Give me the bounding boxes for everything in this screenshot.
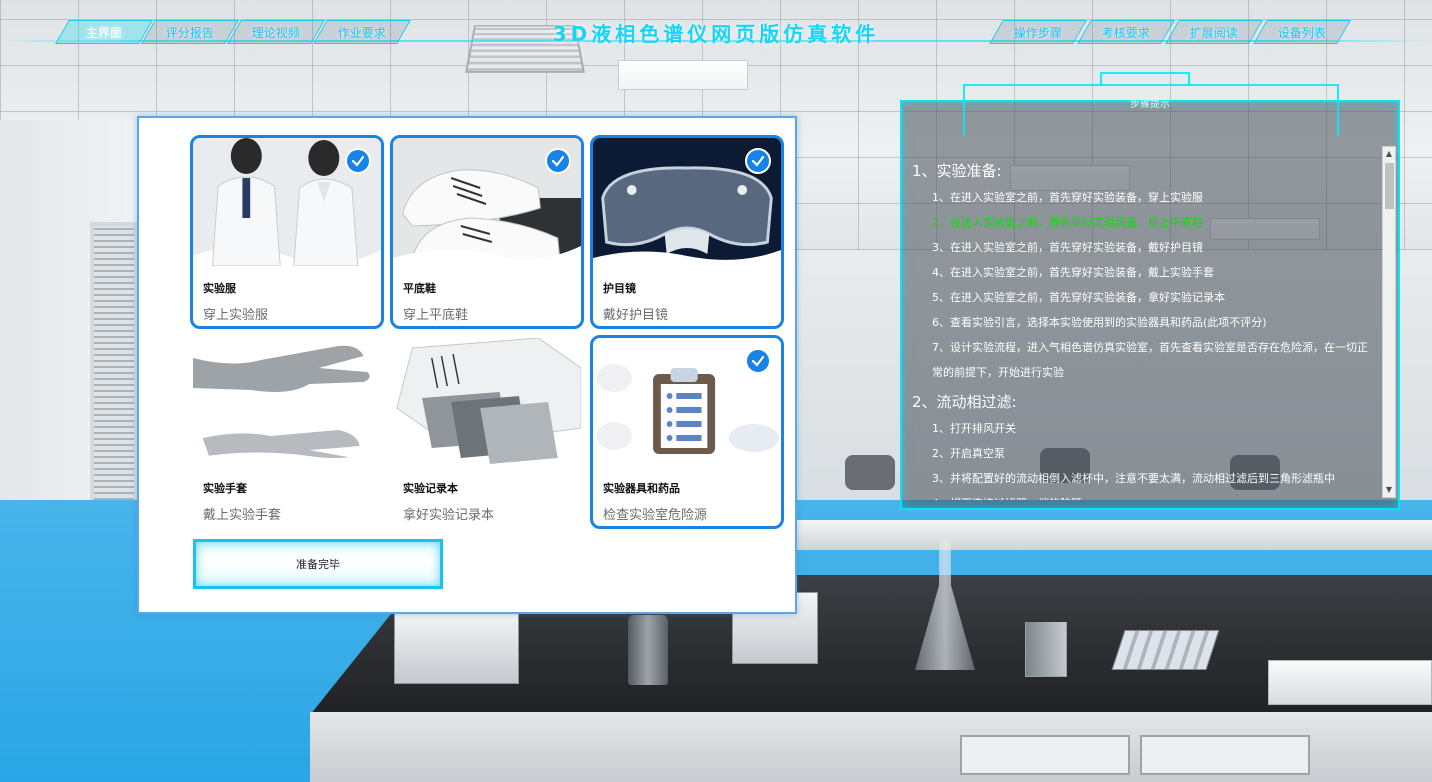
- card-gloves[interactable]: 实验手套 戴上实验手套: [190, 335, 384, 529]
- card-name: 平底鞋: [403, 282, 436, 295]
- step-item: 4、在进入实验室之前，首先穿好实验装备，戴上实验手套: [932, 266, 1214, 279]
- section-heading: 1、实验准备:: [912, 162, 1002, 180]
- checkmark-icon: [345, 148, 371, 174]
- nav-operation-steps[interactable]: 操作步骤: [989, 20, 1087, 44]
- nav-main-screen[interactable]: 主界面: [55, 20, 153, 44]
- nav-label: 设备列表: [1277, 25, 1326, 40]
- step-item: 3、并将配置好的流动相倒入滤杯中，注意不要太满，流动相过滤后到三角形滤瓶中: [932, 472, 1335, 485]
- scrollbar-thumb[interactable]: [1385, 163, 1394, 209]
- top-hud-bar: 主界面 评分报告 理论视频 作业要求 3D液相色谱仪网页版仿真软件 操作步骤 考…: [0, 0, 1432, 50]
- ready-button[interactable]: 准备完毕: [193, 539, 443, 589]
- nav-label: 作业要求: [337, 25, 386, 40]
- checkmark-icon: [745, 348, 771, 374]
- beaker: [1025, 622, 1067, 677]
- prompt-scrollbar[interactable]: ▲ ▼: [1382, 146, 1396, 498]
- prompt-steps-scroll[interactable]: 1、实验准备: 1、在进入实验室之前，首先穿好实验装备，穿上实验服 2、在进入实…: [908, 148, 1380, 500]
- card-notebook[interactable]: 实验记录本 拿好实验记录本: [390, 335, 584, 529]
- step-item: 4、拔下连接过滤器一端的胶管: [912, 491, 1374, 500]
- window-blind: [90, 222, 138, 534]
- card-lab-coat[interactable]: 实验服 穿上实验服: [190, 135, 384, 329]
- scroll-down-icon[interactable]: ▼: [1383, 483, 1395, 497]
- nav-assessment[interactable]: 考核要求: [1077, 20, 1175, 44]
- lab-oven-device: [394, 612, 519, 684]
- card-name: 护目镜: [603, 282, 636, 295]
- nav-label: 操作步骤: [1013, 25, 1062, 40]
- card-name: 实验手套: [203, 482, 247, 495]
- step-item: 6、查看实验引言，选择本实验使用到的实验器具和药品(此项不评分): [932, 316, 1267, 329]
- card-apparatus-reagents[interactable]: 实验器具和药品 检查实验室危险源: [590, 335, 784, 529]
- notebook-photo: [393, 338, 581, 466]
- bench-drawer: [960, 735, 1130, 775]
- card-desc: 拿好实验记录本: [403, 508, 495, 523]
- card-desc: 检查实验室危险源: [603, 508, 708, 523]
- step-item-completed: 2、在进入实验室之前，首先穿好实验装备，穿上平底鞋: [932, 216, 1203, 229]
- nav-score-report[interactable]: 评分报告: [141, 20, 239, 44]
- checkmark-icon: [545, 148, 571, 174]
- step-item: 3、在进入实验室之前，首先穿好实验装备，戴好护目镜: [932, 241, 1203, 254]
- nav-extended-reading[interactable]: 扩展阅读: [1165, 20, 1263, 44]
- nav-theory-video[interactable]: 理论视频: [227, 20, 325, 44]
- side-bench: [797, 520, 1432, 550]
- nav-label: 扩展阅读: [1189, 25, 1238, 40]
- card-goggles[interactable]: 护目镜 戴好护目镜: [590, 135, 784, 329]
- step-item: 7、设计实验流程，进入气相色谱仿真实验室，首先查看实验室是否存在危险源，在一切正…: [932, 341, 1368, 379]
- vial-tray: [1268, 660, 1432, 705]
- nav-homework[interactable]: 作业要求: [313, 20, 411, 44]
- scroll-up-icon[interactable]: ▲: [1383, 147, 1395, 161]
- nav-label: 评分报告: [165, 25, 214, 40]
- card-desc: 戴好护目镜: [603, 308, 669, 323]
- nav-equipment-list[interactable]: 设备列表: [1253, 20, 1351, 44]
- gloves-photo: [193, 338, 381, 466]
- bench-drawer: [1140, 735, 1310, 775]
- step-item: 5、在进入实验室之前，首先穿好实验装备，拿好实验记录本: [932, 291, 1225, 304]
- step-item: 2、开启真空泵: [932, 447, 1005, 460]
- card-desc: 穿上实验服: [203, 308, 269, 323]
- card-desc: 戴上实验手套: [203, 508, 282, 523]
- panel-header-tab: [1100, 72, 1190, 86]
- nav-label: 考核要求: [1101, 25, 1150, 40]
- nav-label: 主界面: [85, 25, 122, 40]
- card-flat-shoes[interactable]: 平底鞋 穿上平底鞋: [390, 135, 584, 329]
- section-heading: 2、流动相过滤:: [912, 393, 1017, 411]
- card-desc: 穿上平底鞋: [403, 308, 469, 323]
- card-name: 实验记录本: [403, 482, 458, 495]
- prompt-panel-title: 步骤提示: [1130, 99, 1170, 110]
- reagent-bottle: [628, 615, 668, 685]
- panel-header-frame: [963, 84, 1339, 136]
- checkmark-icon: [745, 148, 771, 174]
- test-tube-rack: [1111, 630, 1220, 670]
- app-title: 3D液相色谱仪网页版仿真软件: [552, 22, 880, 46]
- equipment-selection-dialog: 实验服 穿上实验服 平底鞋 穿上平底鞋 护目镜 戴好护目镜 实验手套 戴上实验手…: [137, 116, 797, 614]
- step-item: 1、在进入实验室之前，首先穿好实验装备，穿上实验服: [932, 191, 1203, 204]
- lab-chair: [845, 455, 895, 490]
- card-name: 实验服: [203, 282, 236, 295]
- step-item: 1、打开排风开关: [932, 422, 1016, 435]
- ceiling-light: [618, 60, 748, 90]
- card-name: 实验器具和药品: [603, 482, 680, 495]
- nav-label: 理论视频: [251, 25, 300, 40]
